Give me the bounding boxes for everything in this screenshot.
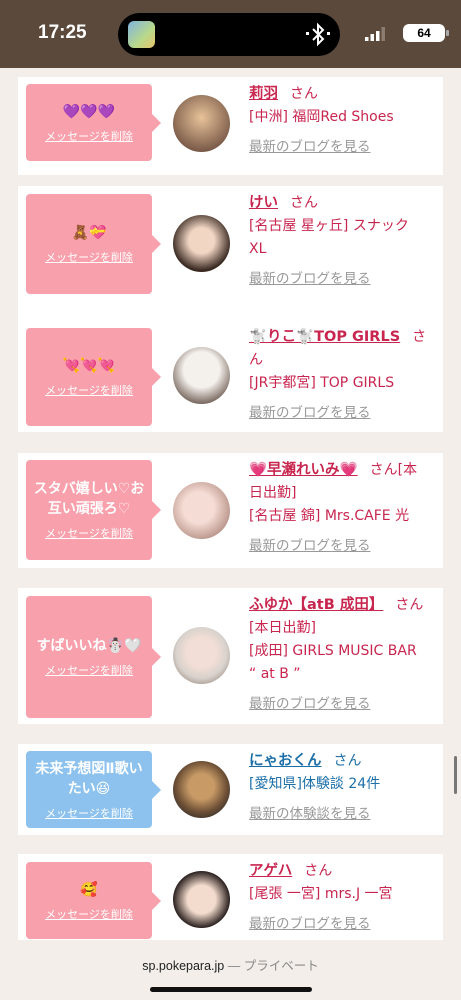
honorific: さん bbox=[290, 195, 318, 211]
view-blog-link[interactable]: 最新のブログを見る bbox=[249, 136, 435, 159]
user-name-link[interactable]: 🐩りこ🐩TOP GIRLS bbox=[249, 329, 400, 345]
avatar[interactable] bbox=[173, 627, 230, 684]
message-card: 未来予想図Ⅱ歌いたい😆 メッセージを削除 にゃおくん さん [愛知県]体験談 24… bbox=[18, 744, 443, 835]
message-text: 🧸💝 bbox=[71, 225, 107, 241]
message-card: 💘💘💘 メッセージを削除 🐩りこ🐩TOP GIRLS さん [JR宇都宮] TOP… bbox=[18, 320, 443, 432]
user-name-link[interactable]: にゃおくん bbox=[249, 753, 322, 769]
shop-line: [中洲] 福岡Red Shoes bbox=[249, 109, 394, 125]
delete-message-link[interactable]: メッセージを削除 bbox=[45, 662, 133, 678]
browser-url-bar[interactable]: sp.pokepara.jp — プライベート bbox=[0, 940, 461, 1000]
shop-line: [本日出勤] bbox=[249, 620, 316, 636]
delete-message-link[interactable]: メッセージを削除 bbox=[45, 906, 133, 922]
user-name-link[interactable]: けい bbox=[249, 195, 278, 211]
shop-line: [尾張 一宮] mrs.J 一宮 bbox=[249, 886, 393, 902]
message-bubble: 🧸💝 メッセージを削除 bbox=[26, 194, 161, 294]
shop-line: [愛知県]体験談 24件 bbox=[249, 776, 381, 792]
dynamic-island bbox=[118, 13, 340, 56]
delete-message-link[interactable]: メッセージを削除 bbox=[45, 128, 133, 144]
message-bubble: 未来予想図Ⅱ歌いたい😆 メッセージを削除 bbox=[26, 751, 161, 828]
user-name-link[interactable]: 莉羽 bbox=[249, 86, 278, 102]
delete-message-link[interactable]: メッセージを削除 bbox=[45, 805, 133, 821]
message-text: すばいいね☃️🤍 bbox=[36, 638, 142, 654]
view-blog-link[interactable]: 最新のブログを見る bbox=[249, 402, 435, 425]
shop-line: [成田] GIRLS MUSIC BAR bbox=[249, 643, 417, 659]
avatar[interactable] bbox=[173, 761, 230, 818]
status-bar: 17:25 64 bbox=[0, 0, 461, 68]
message-bubble: すばいいね☃️🤍 メッセージを削除 bbox=[26, 596, 161, 718]
user-name-link[interactable]: アゲハ bbox=[249, 863, 292, 879]
honorific: さん bbox=[304, 863, 333, 879]
message-text: 未来予想図Ⅱ歌いたい😆 bbox=[35, 760, 143, 797]
message-bubble: 🥰 メッセージを削除 bbox=[26, 862, 161, 939]
shop-line: “ at B ” bbox=[249, 666, 301, 682]
delete-message-link[interactable]: メッセージを削除 bbox=[45, 249, 133, 265]
shop-line: 日出勤] bbox=[249, 485, 297, 501]
bluetooth-icon bbox=[306, 22, 330, 47]
battery-indicator: 64 bbox=[403, 24, 445, 42]
avatar[interactable] bbox=[173, 871, 230, 928]
battery-nub bbox=[446, 30, 449, 36]
honorific: さん bbox=[395, 597, 424, 613]
message-bubble: 💜💜💜 メッセージを削除 bbox=[26, 84, 161, 161]
view-review-link[interactable]: 最新の体験談を見る bbox=[249, 803, 435, 826]
honorific: さん[本 bbox=[369, 462, 418, 478]
message-text: スタバ嬉しい♡お互い頑張ろ♡ bbox=[33, 481, 145, 517]
message-card: 🥰 メッセージを削除 アゲハ さん [尾張 一宮] mrs.J 一宮 最新のブログ… bbox=[18, 854, 443, 940]
shop-line: [名古屋 星ヶ丘] スナック bbox=[249, 218, 409, 234]
view-blog-link[interactable]: 最新のブログを見る bbox=[249, 913, 435, 936]
delete-message-link[interactable]: メッセージを削除 bbox=[45, 525, 133, 541]
message-feed[interactable]: 💜💜💜 メッセージを削除 莉羽 さん [中洲] 福岡Red Shoes 最新のブロ… bbox=[0, 68, 461, 940]
message-text: 🥰 bbox=[80, 881, 98, 898]
avatar[interactable] bbox=[173, 215, 230, 272]
shop-line: [JR宇都宮] TOP GIRLS bbox=[249, 375, 395, 391]
message-card: すばいいね☃️🤍 メッセージを削除 ふゆか【atB 成田】 さん [本日出勤] [… bbox=[18, 588, 443, 724]
message-bubble: スタバ嬉しい♡お互い頑張ろ♡ メッセージを削除 bbox=[26, 460, 161, 560]
app-thumbnail-icon bbox=[128, 21, 155, 48]
message-text: 💘💘💘 bbox=[62, 358, 116, 374]
view-blog-link[interactable]: 最新のブログを見る bbox=[249, 268, 435, 291]
delete-message-link[interactable]: メッセージを削除 bbox=[45, 382, 133, 398]
message-card: 💜💜💜 メッセージを削除 莉羽 さん [中洲] 福岡Red Shoes 最新のブロ… bbox=[18, 77, 443, 175]
scrollbar[interactable] bbox=[454, 756, 457, 794]
view-blog-link[interactable]: 最新のブログを見る bbox=[249, 693, 435, 716]
view-blog-link[interactable]: 最新のブログを見る bbox=[249, 535, 435, 558]
url-domain[interactable]: sp.pokepara.jp bbox=[142, 959, 224, 973]
user-name-link[interactable]: 💗早瀬れいみ💗 bbox=[249, 462, 358, 478]
avatar[interactable] bbox=[173, 347, 230, 404]
shop-line: [名古屋 錦] Mrs.CAFE 光 bbox=[249, 508, 410, 524]
honorific: さん bbox=[333, 753, 362, 769]
avatar[interactable] bbox=[173, 482, 230, 539]
home-indicator[interactable] bbox=[150, 987, 312, 992]
status-time: 17:25 bbox=[38, 22, 87, 43]
cellular-signal-icon bbox=[365, 27, 385, 41]
avatar[interactable] bbox=[173, 95, 230, 152]
message-text: 💜💜💜 bbox=[62, 103, 116, 120]
message-card: スタバ嬉しい♡お互い頑張ろ♡ メッセージを削除 💗早瀬れいみ💗 さん[本 日出勤]… bbox=[18, 453, 443, 568]
user-name-link[interactable]: ふゆか【atB 成田】 bbox=[249, 597, 383, 613]
honorific: さん bbox=[290, 86, 318, 102]
shop-line: XL bbox=[249, 241, 267, 257]
private-label: — プライベート bbox=[227, 959, 319, 973]
message-bubble: 💘💘💘 メッセージを削除 bbox=[26, 328, 161, 426]
